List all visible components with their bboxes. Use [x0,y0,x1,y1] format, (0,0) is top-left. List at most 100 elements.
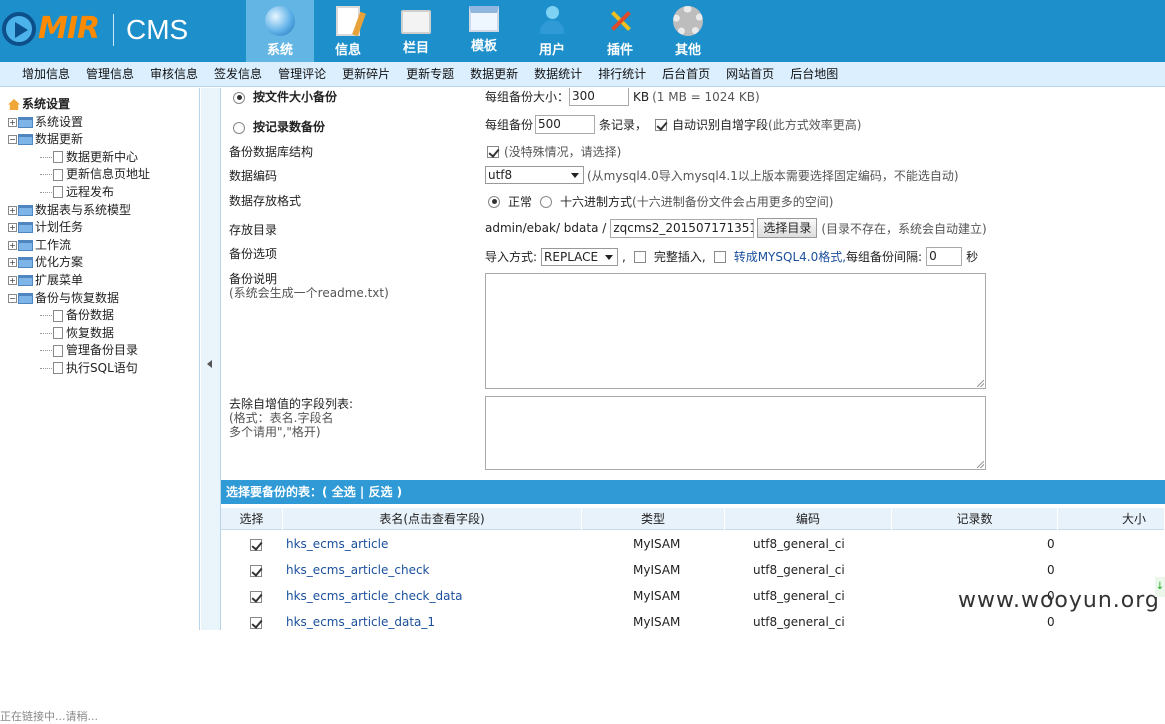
tree-item-backup-data[interactable]: 备份数据 [8,307,199,325]
expand-icon[interactable]: + [8,275,17,285]
tree-item-restore-data[interactable]: 恢复数据 [8,325,199,343]
tree-item-scheduled-tasks[interactable]: + 计划任务 [8,219,199,237]
by-size-radio[interactable] [233,91,245,104]
mysql40-checkbox[interactable] [713,250,726,263]
logo-brand: MIR [38,11,100,46]
folder-icon [18,222,33,234]
watermark: www.wooyun.org [958,588,1160,613]
complete-insert-checkbox[interactable] [633,250,646,263]
tree-item-extended-menu[interactable]: + 扩展菜单 [8,272,199,290]
subnav-site-home[interactable]: 网站首页 [718,62,782,87]
tree-item-execute-sql[interactable]: 执行SQL语句 [8,360,199,378]
expand-icon[interactable]: + [8,117,17,127]
invert-select-link[interactable]: 反选 [368,485,392,499]
row-checkbox[interactable] [250,538,262,551]
tree-item-backup-restore[interactable]: − 备份与恢复数据 [8,290,199,308]
tab-system[interactable]: 系统 [246,0,314,62]
page-icon [53,344,63,357]
format-hex-radio[interactable] [540,195,553,208]
tab-template[interactable]: 模板 [450,0,518,62]
row-charset: utf8_general_ci [753,589,845,603]
tab-info[interactable]: 信息 [314,0,382,62]
tree-item-data-tables[interactable]: + 数据表与系统模型 [8,202,199,220]
struct-label: 备份数据库结构 [229,145,314,159]
row-checkbox[interactable] [250,616,262,629]
subnav-manage-info[interactable]: 管理信息 [78,62,142,87]
note-label: 备份说明 [229,272,278,286]
subnav-data-stats[interactable]: 数据统计 [526,62,590,87]
auto-field-label: 自动识别自增字段 [672,118,769,132]
struct-hint: (没特殊情况，请选择) [504,145,622,159]
tab-column[interactable]: 栏目 [382,0,450,62]
note-textarea[interactable] [485,273,986,389]
dir-input[interactable]: zqcms2_20150717135110 [610,218,755,238]
tree-item-update-info-url[interactable]: 更新信息页地址 [8,166,199,184]
subnav-update-fragments[interactable]: 更新碎片 [334,62,398,87]
import-select[interactable]: REPLACE [541,247,619,266]
page-icon [53,151,63,164]
subnav-sign-info[interactable]: 签发信息 [206,62,270,87]
expand-icon[interactable]: + [8,205,17,215]
tab-other[interactable]: 其他 [654,0,722,62]
subnav-data-update[interactable]: 数据更新 [462,62,526,87]
records-input[interactable]: 500 [535,115,596,134]
tree-item-data-update[interactable]: − 数据更新 [8,131,199,149]
subnav-add-info[interactable]: 增加信息 [0,62,78,87]
interval-input[interactable]: 0 [926,247,963,266]
tree-item-data-update-center[interactable]: 数据更新中心 [8,149,199,167]
select-dir-button[interactable]: 选择目录 [757,218,818,238]
sidebar-toggle[interactable] [201,88,221,630]
tree-item-remote-publish[interactable]: 远程发布 [8,184,199,202]
by-size-label: 按文件大小备份 [253,90,338,104]
folder-icon [18,239,33,251]
subnav-update-topics[interactable]: 更新专题 [398,62,462,87]
tree-item-system-settings[interactable]: + 系统设置 [8,114,199,132]
auto-field-checkbox[interactable] [655,118,668,131]
interval-label: 每组备份间隔: [846,250,923,264]
row-checkbox[interactable] [250,590,262,603]
window-icon [469,6,499,32]
expand-icon[interactable]: + [8,223,17,233]
row-charset: utf8_general_ci [753,563,845,577]
sub-navigation: 增加信息 管理信息 审核信息 签发信息 管理评论 更新碎片 更新专题 数据更新 数据统计 排行统计… [0,62,1165,87]
gear-icon [673,6,703,36]
select-all-link[interactable]: 全选 [332,485,356,499]
subnav-admin-home[interactable]: 后台首页 [654,62,718,87]
tree-item-workflow[interactable]: + 工作流 [8,237,199,255]
encoding-hint: (从mysql4.0导入mysql4.1以上版本需要选择固定编码，不能选自动) [587,168,959,183]
tree-root[interactable]: 系统设置 [8,96,199,114]
row-checkbox[interactable] [250,564,262,577]
autoinc-textarea[interactable] [485,396,986,470]
expand-icon[interactable]: + [8,258,17,268]
tree-item-manage-backup-dir[interactable]: 管理备份目录 [8,342,199,360]
expand-icon[interactable]: + [8,240,17,250]
collapse-icon[interactable]: − [8,135,17,145]
folder-icon [401,10,431,34]
by-records-label: 按记录数备份 [253,120,326,134]
tab-user[interactable]: 用户 [518,0,586,62]
format-normal-radio[interactable] [488,195,500,208]
size-unit: KB [633,89,650,104]
table-header: 选择 表名(点击查看字段) 类型 编码 记录数 大小 [221,508,1165,530]
row-table-name[interactable]: hks_ecms_article_check [286,557,430,583]
options-label: 备份选项 [229,247,278,261]
row-table-name[interactable]: hks_ecms_article_check_data [286,583,463,609]
subnav-admin-map[interactable]: 后台地图 [782,62,846,87]
subnav-review-info[interactable]: 审核信息 [142,62,206,87]
col-table-name[interactable]: 表名(点击查看字段) [283,508,582,530]
main-content: 按文件大小备份 每组备份大小： 300 KB (1 MB = 1024 KB) … [221,88,1165,630]
tree-item-optimization[interactable]: + 优化方案 [8,254,199,272]
collapse-icon[interactable]: − [8,293,17,303]
row-table-name[interactable]: hks_ecms_article [286,531,388,557]
encoding-select[interactable]: utf8 [485,166,584,184]
folder-icon [18,204,33,216]
subnav-manage-comments[interactable]: 管理评论 [270,62,334,87]
size-input[interactable]: 300 [569,88,630,106]
struct-checkbox[interactable] [487,145,499,158]
download-arrow-icon[interactable]: ↓ [1155,577,1165,597]
col-type: 类型 [582,508,725,530]
tab-plugin[interactable]: 插件 [586,0,654,62]
row-table-name[interactable]: hks_ecms_article_data_1 [286,609,435,630]
subnav-rank-stats[interactable]: 排行统计 [590,62,654,87]
by-records-radio[interactable] [233,121,245,134]
